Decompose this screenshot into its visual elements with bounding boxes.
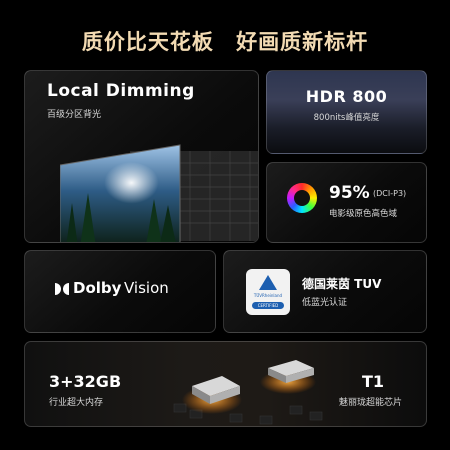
dolby-brand: Dolby xyxy=(73,279,122,297)
local-dimming-title: Local Dimming xyxy=(47,81,195,101)
chip-subtitle: 魅丽珑超能芯片 xyxy=(338,398,402,408)
tuv-badge-brand: TÜVRheinland xyxy=(253,293,283,298)
hdr-card: HDR 800 800nits峰值亮度 xyxy=(266,70,427,154)
tuv-title: 德国莱茵 TUV xyxy=(302,277,382,291)
color-wheel-icon xyxy=(287,183,317,213)
dolby-logo-icon xyxy=(55,283,69,295)
chip-illustration xyxy=(173,360,323,425)
dolby-product: Vision xyxy=(124,279,169,297)
backlight-zones-illustration xyxy=(60,144,258,242)
color-gamut-percent: 95% xyxy=(329,183,370,203)
tuv-subtitle: 低蓝光认证 xyxy=(302,298,348,308)
headline-left: 质价比天花板 xyxy=(81,30,214,54)
tuv-triangle-icon xyxy=(259,275,277,290)
hdr-title: HDR 800 xyxy=(305,87,388,106)
memory-subtitle: 行业超大内存 xyxy=(49,398,104,408)
chip-name: T1 xyxy=(361,372,384,391)
hdr-subtitle: 800nits峰值亮度 xyxy=(313,113,380,123)
local-dimming-subtitle: 百级分区背光 xyxy=(47,110,102,120)
memory-value: 3+32GB xyxy=(49,372,122,391)
color-gamut-standard: (DCI-P3) xyxy=(373,189,407,198)
tuv-certification-badge: TÜVRheinland CERTIFIED xyxy=(246,269,290,315)
local-dimming-card: Local Dimming 百级分区背光 xyxy=(24,70,259,243)
tuv-badge-certified: CERTIFIED xyxy=(252,302,284,309)
tuv-card: TÜVRheinland CERTIFIED 德国莱茵 TUV 低蓝光认证 xyxy=(223,250,427,333)
color-gamut-subtitle: 电影级原色高色域 xyxy=(329,209,398,219)
headline: 质价比天花板 好画质新标杆 xyxy=(0,26,450,56)
dolby-vision-card: Dolby Vision xyxy=(24,250,216,333)
memory-chip-card: 3+32GB 行业超大内存 T1 魅丽珑超能芯片 xyxy=(24,341,427,427)
headline-right: 好画质新标杆 xyxy=(236,30,369,54)
color-gamut-card: 95% (DCI-P3) 电影级原色高色域 xyxy=(266,162,427,243)
